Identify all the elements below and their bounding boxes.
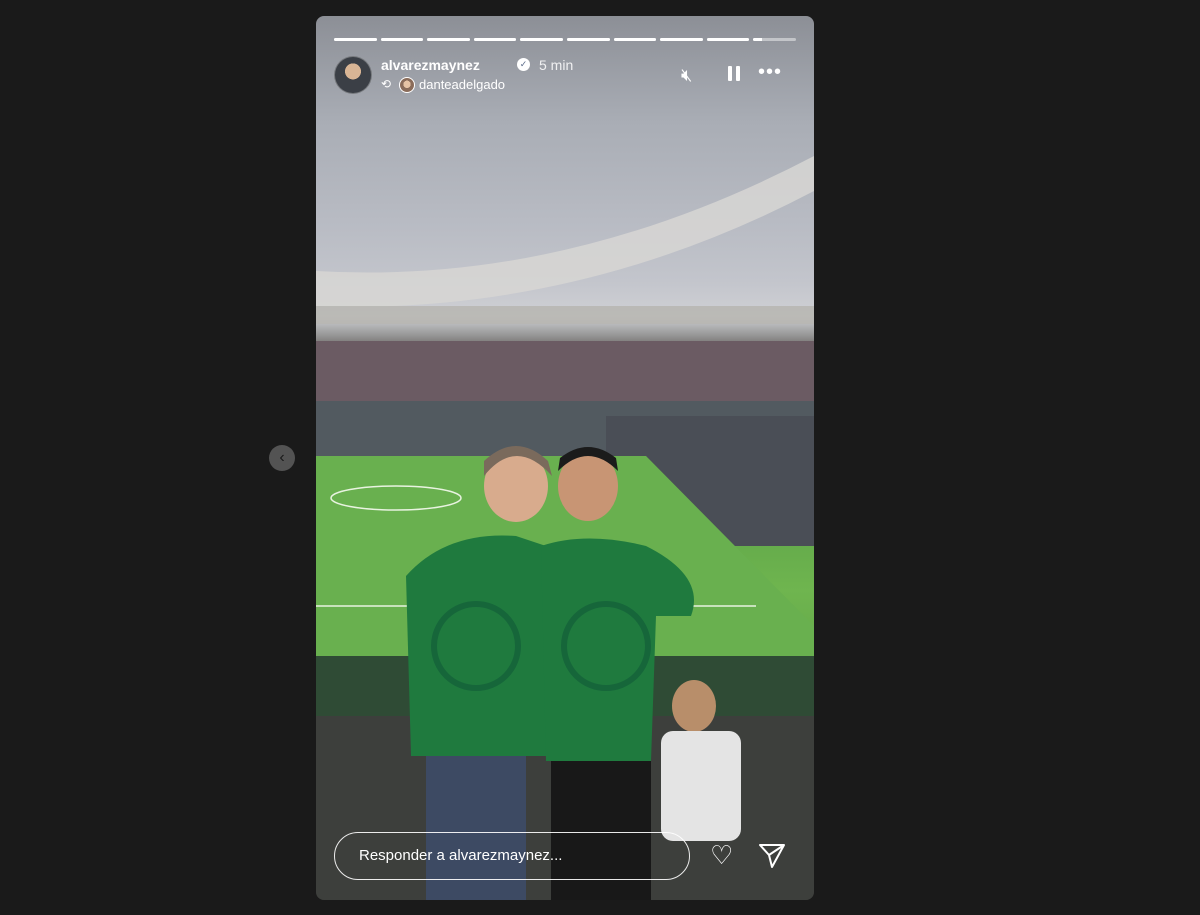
story-photo xyxy=(316,156,814,900)
pause-icon[interactable] xyxy=(728,66,744,84)
reposter-avatar[interactable] xyxy=(399,77,415,93)
reposter-username[interactable]: danteadelgado xyxy=(419,77,505,92)
username[interactable]: alvarezmaynez xyxy=(381,57,480,73)
avatar[interactable] xyxy=(334,56,372,94)
progress-segment xyxy=(520,38,563,41)
progress-segment xyxy=(380,38,424,41)
reply-input[interactable]: Responder a alvarezmaynez... xyxy=(334,832,690,880)
more-options-icon[interactable]: ••• xyxy=(758,62,782,82)
progress-segment xyxy=(473,38,517,41)
progress-segment xyxy=(613,38,657,41)
repost-icon: ⟲ xyxy=(381,77,392,91)
story-progress-bar xyxy=(334,38,796,41)
progress-segment xyxy=(706,38,750,41)
send-icon[interactable] xyxy=(758,843,786,874)
progress-segment xyxy=(566,38,610,41)
chevron-left-icon: ‹ xyxy=(279,449,285,466)
heart-icon[interactable]: ♡ xyxy=(710,842,733,868)
story-viewer: alvarezmaynez ✓ 5 min ⟲ danteadelgado 🔇︎… xyxy=(316,16,814,900)
progress-segment xyxy=(753,38,796,41)
story-header: alvarezmaynez ✓ 5 min ⟲ danteadelgado 🔇︎… xyxy=(334,56,796,96)
progress-segment xyxy=(334,38,377,41)
prev-story-button[interactable]: ‹ xyxy=(269,445,295,471)
time-ago: 5 min xyxy=(539,57,574,73)
verified-check-icon: ✓ xyxy=(517,58,530,71)
progress-segment xyxy=(427,38,470,41)
progress-segment xyxy=(660,38,703,41)
muted-speaker-icon[interactable]: 🔇︎ xyxy=(681,66,692,84)
